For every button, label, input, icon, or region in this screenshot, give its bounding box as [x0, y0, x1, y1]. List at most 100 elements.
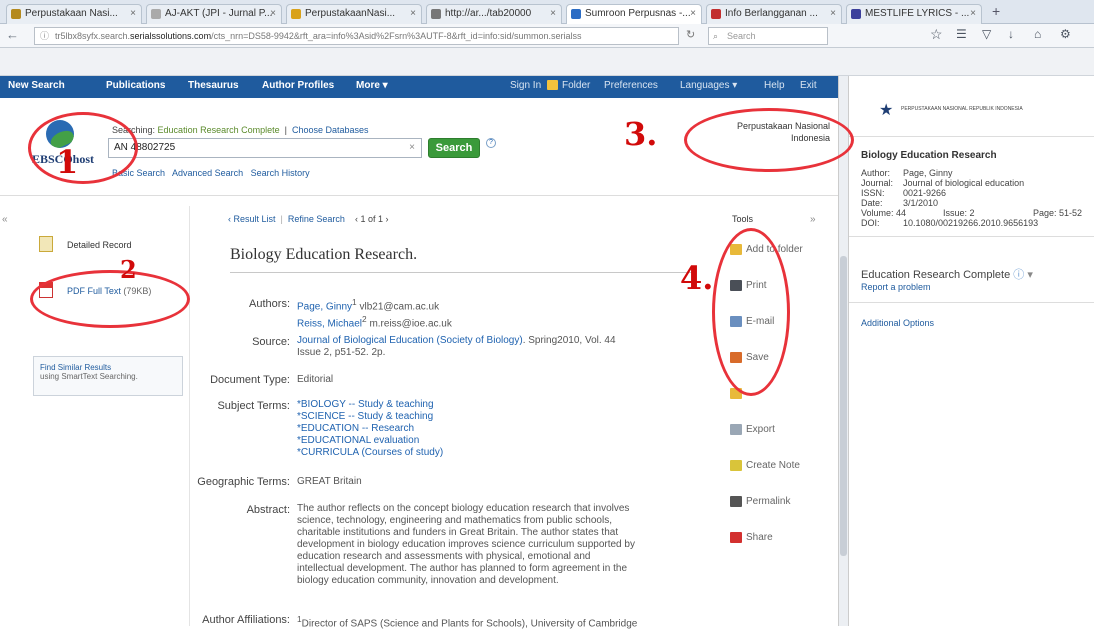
collapse-tools-icon[interactable]: » [810, 214, 816, 225]
subject-term-link[interactable]: *BIOLOGY -- Study & teaching [297, 399, 443, 411]
home-icon[interactable]: ⌂ [1034, 27, 1041, 41]
scrollbar-thumb[interactable] [840, 256, 847, 556]
panel-divider [849, 302, 1094, 303]
nav-thesaurus[interactable]: Thesaurus [188, 80, 239, 91]
tab-favicon-icon [851, 9, 861, 19]
folder-icon [730, 244, 742, 255]
nav-languages[interactable]: Languages ▾ [680, 80, 737, 91]
subject-term-link[interactable]: *SCIENCE -- Study & teaching [297, 411, 443, 423]
searching-line: Searching: Education Research Complete |… [112, 125, 369, 135]
geo-term-link[interactable]: GREAT Britain [297, 476, 362, 488]
close-tab-icon[interactable]: × [690, 5, 696, 23]
basic-search-link[interactable]: Basic Search [112, 168, 165, 178]
help-icon[interactable]: ? [486, 138, 496, 148]
print-icon [730, 280, 742, 291]
browser-tab[interactable]: Info Berlangganan ... × [706, 4, 842, 24]
refine-search-link[interactable]: Refine Search [288, 214, 345, 224]
close-tab-icon[interactable]: × [410, 5, 416, 23]
browser-search-input[interactable]: ⌕ Search [708, 27, 828, 45]
author-link[interactable]: Page, Ginny [297, 301, 352, 312]
nav-exit[interactable]: Exit [800, 80, 817, 91]
subject-term-link[interactable]: *EDUCATIONAL evaluation [297, 435, 443, 447]
record-title: Biology Education Research. [230, 246, 418, 263]
browser-tab-active[interactable]: Sumroon Perpusnas -... × [566, 4, 702, 24]
subject-term-link[interactable]: *CURRICULA (Courses of study) [297, 447, 443, 459]
source-value: Journal of Biological Education (Society… [297, 335, 616, 358]
abstract-text: The author reflects on the concept biolo… [297, 503, 635, 586]
email-tool[interactable]: E-mail [730, 316, 774, 327]
tab-favicon-icon [711, 9, 721, 19]
browser-tab[interactable]: http://ar.../tab20000 × [426, 4, 562, 24]
subject-label: Subject Terms: [217, 400, 290, 412]
pdf-fulltext-link[interactable]: PDF Full Text (79KB) [67, 286, 151, 296]
cite-tool[interactable] [730, 388, 746, 399]
browser-toolbar: ← ⓘ tr5lbx8syfx.search.serialssolutions.… [0, 24, 1094, 48]
close-tab-icon[interactable]: × [970, 5, 976, 23]
tab-favicon-icon [431, 9, 441, 19]
chevron-down-icon: ▾ [1027, 269, 1033, 281]
browser-tab[interactable]: AJ-AKT (JPI - Jurnal P... × [146, 4, 282, 24]
new-tab-icon[interactable]: + [992, 3, 1000, 19]
annotation-number: 1 [56, 143, 79, 181]
search-history-link[interactable]: Search History [251, 168, 310, 178]
find-similar-box: Find Similar Results using SmartText Sea… [33, 356, 183, 396]
address-bar[interactable]: ⓘ tr5lbx8syfx.search.serialssolutions.co… [34, 27, 679, 45]
download-icon[interactable]: ↓ [1008, 27, 1014, 41]
extension-icon[interactable]: ⚙ [1060, 27, 1071, 41]
permalink-icon [730, 496, 742, 507]
permalink-tool[interactable]: Permalink [730, 496, 790, 507]
browser-tab[interactable]: Perpustakaan Nasi... × [6, 4, 142, 24]
author-link[interactable]: Reiss, Michael [297, 319, 362, 330]
add-to-folder-tool[interactable]: Add to folder [730, 244, 803, 255]
citation-details: Author: Page, Ginny Journal: Journal of bi… [861, 168, 1083, 228]
database-selector[interactable]: Education Research Complete ⓘ ▾ [861, 266, 1033, 282]
detailed-record-icon [39, 236, 53, 252]
nav-preferences[interactable]: Preferences [604, 80, 658, 91]
share-tool[interactable]: Share [730, 532, 773, 543]
citation-title: Biology Education Research [861, 150, 997, 161]
record-nav: ‹ Result List | Refine Search ‹ 1 of 1 › [228, 214, 389, 224]
pocket-icon[interactable]: ▽ [982, 27, 991, 41]
source-journal-link[interactable]: Journal of Biological Education (Society… [297, 335, 523, 346]
back-icon[interactable]: ← [6, 27, 19, 42]
nav-sign-in[interactable]: Sign In [510, 80, 541, 91]
choose-databases-link[interactable]: Choose Databases [292, 125, 369, 135]
clear-search-icon[interactable]: × [409, 139, 415, 157]
find-similar-link[interactable]: Find Similar Results [40, 363, 176, 372]
lock-icon: ⓘ [40, 31, 50, 41]
close-tab-icon[interactable]: × [270, 5, 276, 23]
nav-publications[interactable]: Publications [106, 80, 165, 91]
nav-more[interactable]: More ▾ [356, 80, 388, 91]
print-tool[interactable]: Print [730, 280, 767, 291]
source-label: Source: [252, 336, 290, 348]
result-list-link[interactable]: ‹ Result List [228, 214, 276, 224]
affiliations-value: 1Director of SAPS (Science and Plants fo… [297, 614, 638, 630]
subject-term-link[interactable]: *EDUCATION -- Research [297, 423, 443, 435]
close-tab-icon[interactable]: × [550, 5, 556, 23]
browser-tab[interactable]: MESTLIFE LYRICS - ... × [846, 4, 982, 24]
reload-icon[interactable]: ↻ [686, 28, 695, 41]
export-tool[interactable]: Export [730, 424, 775, 435]
collapse-left-icon[interactable]: « [2, 214, 8, 225]
nav-folder[interactable]: Folder [562, 80, 590, 91]
bookmark-star-icon[interactable]: ☆ [930, 26, 943, 43]
advanced-search-link[interactable]: Advanced Search [172, 168, 243, 178]
report-problem-link[interactable]: Report a problem [861, 282, 931, 292]
nav-new-search[interactable]: New Search [8, 80, 65, 91]
nav-author-profiles[interactable]: Author Profiles [262, 80, 334, 91]
additional-options-link[interactable]: Additional Options [861, 318, 934, 328]
bookmarks-strip [0, 48, 1094, 76]
create-note-tool[interactable]: Create Note [730, 460, 800, 471]
close-tab-icon[interactable]: × [130, 5, 136, 23]
search-header: EBSCOhost Searching: Education Research … [0, 98, 838, 196]
search-button[interactable]: Search [428, 138, 480, 158]
share-icon [730, 532, 742, 543]
nav-help[interactable]: Help [764, 80, 785, 91]
detailed-record-label[interactable]: Detailed Record [67, 240, 132, 250]
close-tab-icon[interactable]: × [830, 5, 836, 23]
search-input[interactable]: AN 48802725 × [108, 138, 422, 158]
save-tool[interactable]: Save [730, 352, 769, 363]
browser-tab[interactable]: PerpustakaanNasi... × [286, 4, 422, 24]
reading-list-icon[interactable]: ☰ [956, 27, 967, 41]
page-scrollbar[interactable] [838, 76, 848, 626]
